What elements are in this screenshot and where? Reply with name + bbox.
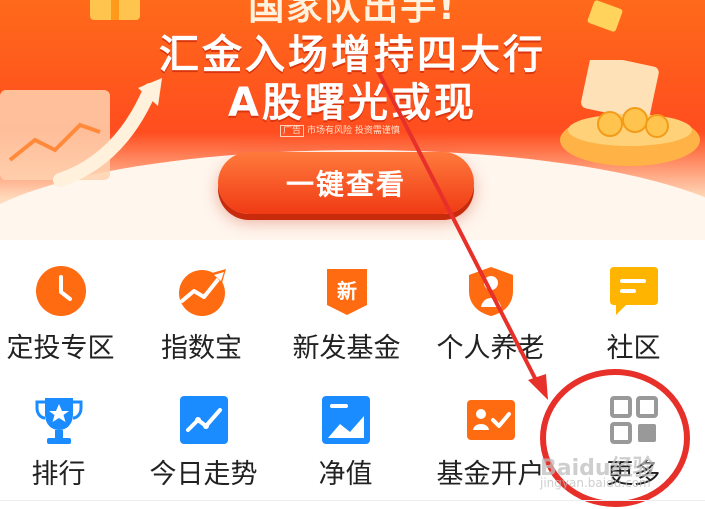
new-badge-icon: 新	[327, 269, 367, 315]
trend-up-icon	[179, 269, 226, 316]
svg-text:新: 新	[337, 279, 357, 303]
banner-disclaimer: 广告 市场有风险 投资需谨慎	[280, 123, 400, 137]
menu-label: 定投专区	[6, 333, 115, 364]
view-now-button[interactable]: 一键查看	[218, 152, 474, 214]
menu-label: 个人养老	[436, 333, 545, 364]
menu-label: 排行	[31, 459, 86, 490]
chat-bubble-icon	[610, 267, 658, 315]
clock-icon	[36, 266, 86, 316]
menu-label: 社区	[606, 333, 661, 364]
trophy-icon	[35, 398, 83, 444]
menu-label: 指数宝	[161, 333, 242, 364]
area-chart-icon	[322, 396, 370, 444]
menu-label: 今日走势	[149, 459, 258, 490]
divider	[0, 500, 705, 501]
promo-banner[interactable]: 国家队出手! 汇金入场增持四大行 A股曙光或现 广告 市场有风险 投资需谨慎 一键…	[0, 0, 705, 240]
menu-label: 净值	[318, 459, 373, 490]
grid-more-icon	[610, 396, 658, 444]
ad-tag: 广告	[280, 125, 305, 137]
line-chart-icon	[180, 396, 228, 444]
baidu-watermark-url: jingyan.baidu.com	[540, 476, 651, 490]
risk-disclaimer: 市场有风险 投资需谨慎	[307, 126, 400, 136]
menu-label: 新发基金	[292, 333, 401, 364]
elder-shield-icon	[469, 267, 513, 316]
banner-headline-line2: A股曙光或现	[228, 80, 477, 126]
id-card-check-icon	[467, 400, 515, 440]
